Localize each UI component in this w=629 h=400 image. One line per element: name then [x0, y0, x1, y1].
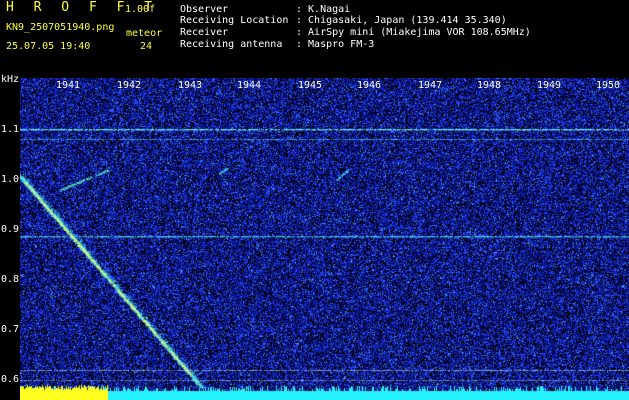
info-value-receiver: : AirSpy mini (Miakejima VOR 108.65MHz) — [296, 27, 531, 38]
y-tick-label: 1.0 — [1, 174, 20, 185]
time-tick-label: 1943 — [178, 80, 203, 91]
info-key-location: Receiving Location — [180, 15, 289, 26]
meteor-count: 24 — [140, 41, 153, 52]
filename-label: KN9_2507051940.png — [6, 22, 115, 33]
time-tick-label: 1946 — [357, 80, 382, 91]
y-tick-label: 0.7 — [1, 324, 20, 335]
meteor-label: meteor — [126, 28, 163, 39]
time-tick-label: 1941 — [56, 80, 81, 91]
time-tick-label: 1948 — [477, 80, 502, 91]
info-key-antenna: Receiving antenna — [180, 39, 283, 50]
info-key-receiver: Receiver — [180, 27, 229, 38]
spectrogram-canvas — [20, 78, 629, 400]
version-label: 1.00f — [125, 4, 156, 15]
hrofft-screen: H R O F F T 1.00f KN9_2507051940.png met… — [0, 0, 629, 400]
time-tick-label: 1949 — [537, 80, 562, 91]
y-tick-label: 0.9 — [1, 224, 20, 235]
y-tick-label: 0.8 — [1, 274, 20, 285]
y-tick-label: 0.6 — [1, 374, 20, 385]
frequency-unit-label: kHz — [1, 74, 20, 85]
info-value-location: : Chigasaki, Japan (139.414 35.340) — [296, 15, 507, 26]
time-tick-label: 1950 — [596, 80, 621, 91]
time-tick-label: 1942 — [117, 80, 142, 91]
y-tick-label: 1.1 — [1, 124, 20, 135]
time-tick-label: 1945 — [298, 80, 323, 91]
time-tick-label: 1947 — [418, 80, 443, 91]
timestamp-label: 25.07.05 19:40 — [6, 41, 91, 52]
time-tick-label: 1944 — [237, 80, 262, 91]
info-value-antenna: : Maspro FM-3 — [296, 39, 375, 50]
